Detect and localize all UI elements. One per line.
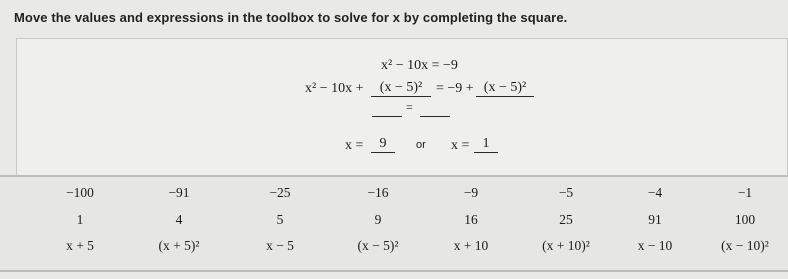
or-label: or xyxy=(416,139,426,151)
toolbox-tile[interactable]: 91 xyxy=(648,212,662,228)
toolbox-tile[interactable]: (x − 5)² xyxy=(358,238,399,254)
answer-slot-e-value: 9 xyxy=(379,136,387,151)
answer-slot-d[interactable] xyxy=(420,100,450,117)
toolbox-tile[interactable]: x + 5 xyxy=(66,238,94,254)
toolbox-tile[interactable]: x + 10 xyxy=(454,238,489,254)
instruction-text: Move the values and expressions in the t… xyxy=(14,10,568,25)
toolbox-tile[interactable]: x − 5 xyxy=(266,238,294,254)
answer-slot-f[interactable]: 1 xyxy=(474,136,498,153)
toolbox-tile[interactable]: (x − 10)² xyxy=(721,238,769,254)
toolbox-tile[interactable]: 100 xyxy=(735,212,755,228)
answer-slot-a-value: (x − 5)² xyxy=(379,80,423,95)
answer-slot-b[interactable]: (x − 5)² xyxy=(476,80,534,97)
answer-slot-a[interactable]: (x − 5)² xyxy=(371,80,431,97)
toolbox-tile[interactable]: −91 xyxy=(168,185,189,201)
toolbox-tile[interactable]: −16 xyxy=(367,185,388,201)
solution-label-1: x = xyxy=(345,138,364,153)
answer-slot-e[interactable]: 9 xyxy=(371,136,395,153)
equation-line-1: x² − 10x = −9 xyxy=(381,58,458,73)
toolbox-tile[interactable]: 4 xyxy=(176,212,183,228)
solution-label-2: x = xyxy=(451,138,470,153)
toolbox-tile[interactable]: −100 xyxy=(66,185,94,201)
toolbox-tile[interactable]: −5 xyxy=(559,185,573,201)
toolbox xyxy=(0,175,788,272)
toolbox-tile[interactable]: −9 xyxy=(464,185,478,201)
answer-slot-f-value: 1 xyxy=(482,136,490,151)
toolbox-tile[interactable]: −1 xyxy=(738,185,752,201)
toolbox-tile[interactable]: (x + 5)² xyxy=(159,238,200,254)
toolbox-tile[interactable]: −4 xyxy=(648,185,662,201)
toolbox-tile[interactable]: 5 xyxy=(277,212,284,228)
toolbox-tile[interactable]: 9 xyxy=(375,212,382,228)
answer-slot-c[interactable] xyxy=(372,100,402,117)
toolbox-tile[interactable]: 25 xyxy=(559,212,573,228)
toolbox-tile[interactable]: 16 xyxy=(464,212,478,228)
equation-line-2-mid: = −9 + xyxy=(436,81,474,96)
equation-line-2-left: x² − 10x + xyxy=(305,81,364,96)
toolbox-tile[interactable]: −25 xyxy=(269,185,290,201)
toolbox-tile[interactable]: (x + 10)² xyxy=(542,238,590,254)
answer-slot-b-value: (x − 5)² xyxy=(483,80,527,95)
toolbox-tile[interactable]: x − 10 xyxy=(638,238,673,254)
equation-line-3-equals: = xyxy=(406,100,413,114)
toolbox-tile[interactable]: 1 xyxy=(77,212,84,228)
